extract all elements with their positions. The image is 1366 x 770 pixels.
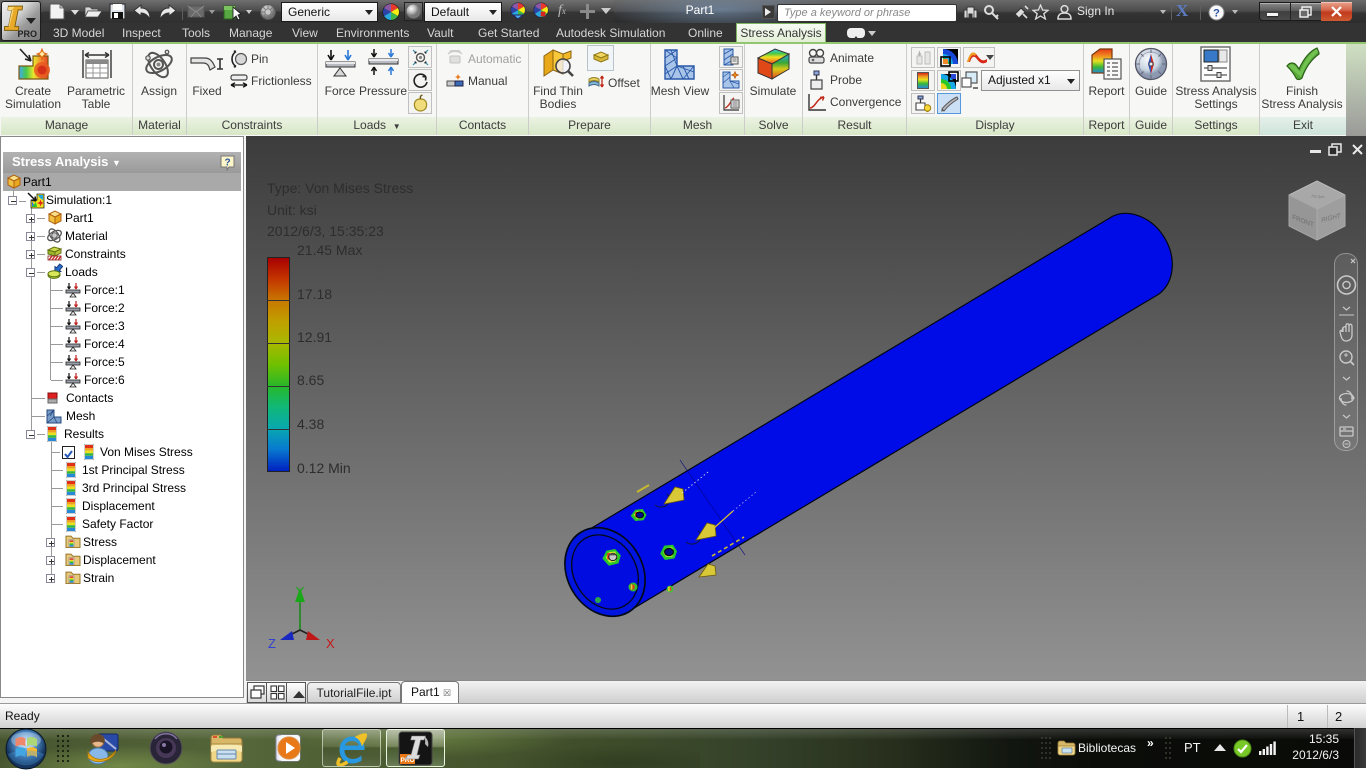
svg-text:?: ?	[1213, 8, 1220, 20]
svg-text:Y: Y	[296, 584, 305, 599]
svg-text:X: X	[326, 636, 335, 651]
svg-text:?: ?	[224, 158, 230, 169]
svg-text:Z: Z	[268, 636, 276, 651]
